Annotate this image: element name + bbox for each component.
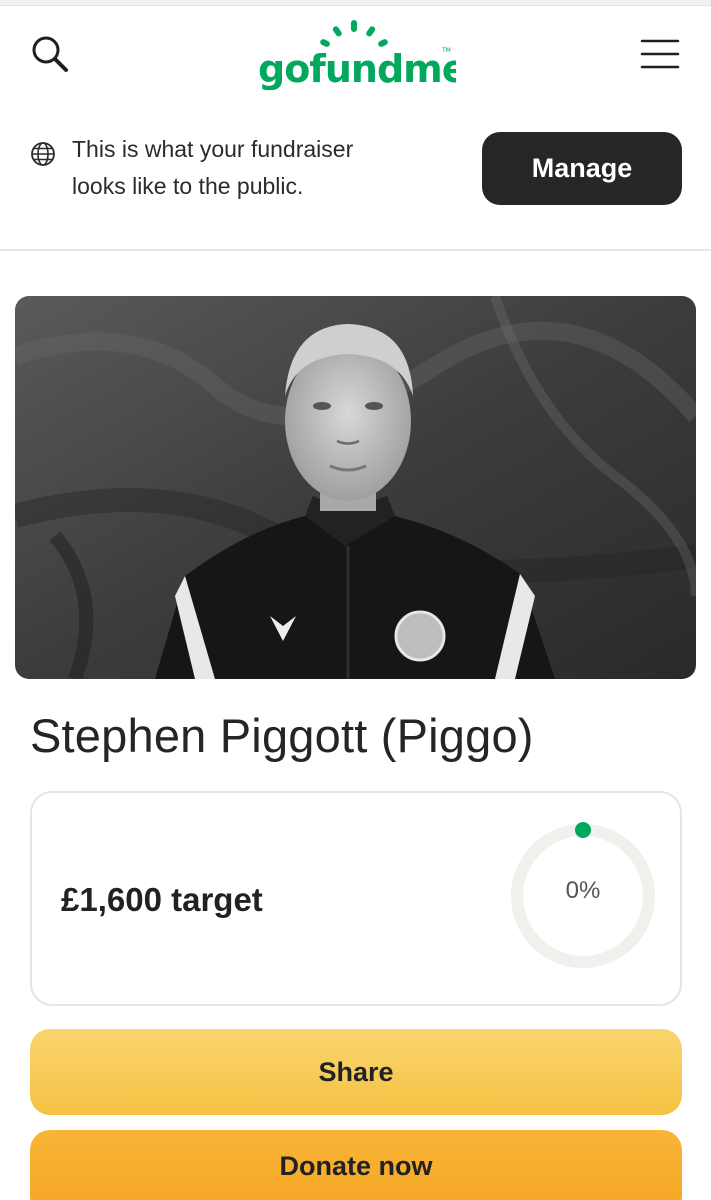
donate-button[interactable]: Donate now [30,1130,682,1200]
target-amount: £1,600 target [61,881,263,918]
public-preview-banner: This is what your fundraiser looks like … [0,101,711,251]
site-header: gofundme TM [0,6,711,101]
hamburger-menu-icon [640,39,680,69]
target-card: £1,600 target 0% [30,791,682,1006]
globe-icon [31,142,55,166]
svg-text:TM: TM [441,47,451,54]
manage-button[interactable]: Manage [482,132,682,205]
progress-percent: 0% [565,877,601,904]
fundraiser-title: Stephen Piggott (Piggo) [30,709,534,762]
share-button[interactable]: Share [30,1029,682,1115]
logo-wordmark: gofundme [258,47,456,90]
search-icon [32,36,68,72]
progress-indicator-dot [575,822,591,838]
fundraiser-photo [15,296,696,679]
gofundme-logo[interactable]: gofundme TM [256,18,468,91]
menu-button[interactable] [638,34,682,74]
search-button[interactable] [28,32,74,78]
preview-message: This is what your fundraiser looks like … [72,136,354,199]
